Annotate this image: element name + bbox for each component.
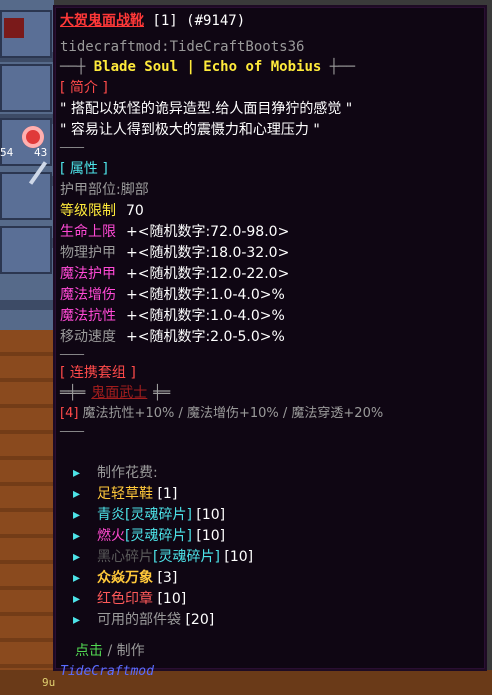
- set-bonus-line: [4] 魔法抗性+10% / 魔法增伤+10% / 魔法穿透+20%: [60, 404, 383, 424]
- material-name: 黑心碎片: [97, 549, 153, 565]
- set-header: [ 连携套组 ]: [60, 365, 136, 381]
- stat-name: 魔法抗性: [60, 308, 116, 324]
- level-value: 70: [126, 203, 144, 219]
- material-qty: [10]: [219, 549, 254, 565]
- material-qty: [10]: [191, 507, 226, 523]
- bullet-icon: ▸: [73, 465, 81, 481]
- craft-header: 制作花费:: [97, 465, 158, 481]
- material-parts: [灵魂碎片]: [125, 507, 192, 523]
- armor-slot-value: 脚部: [120, 182, 149, 198]
- separator: ────: [60, 427, 85, 438]
- stat-line: 物理护甲 +<随机数字:18.0-32.0>: [60, 243, 289, 263]
- set-divider-right: ╪═: [153, 385, 171, 401]
- stat-line: 魔法增伤 +<随机数字:1.0-4.0>%: [60, 285, 285, 305]
- material-qty: [1]: [153, 486, 178, 502]
- craft-material: ▸ 燃火[灵魂碎片] [10]: [73, 526, 225, 546]
- material-parts: [灵魂碎片]: [125, 528, 192, 544]
- craft-material: ▸ 足轻草鞋 [1]: [73, 484, 177, 504]
- stat-name: 移动速度: [60, 329, 116, 345]
- material-qty: [3]: [153, 570, 178, 586]
- inventory-slot[interactable]: [0, 172, 52, 220]
- series-name: Blade Soul | Echo of Mobius: [85, 59, 330, 75]
- set-bonus-tag: [4]: [60, 406, 79, 421]
- armor-slot-label: 护甲部位:: [60, 182, 121, 198]
- stat-line: 魔法护甲 +<随机数字:12.0-22.0>: [60, 264, 289, 284]
- material-qty: [10]: [153, 591, 187, 607]
- material-name: 青炎: [97, 507, 125, 523]
- bullet-icon: ▸: [73, 612, 81, 628]
- series-divider-right: ┼──: [329, 59, 356, 75]
- stat-value: +<随机数字:1.0-4.0>%: [126, 287, 285, 303]
- craft-material: ▸ 黑心碎片[灵魂碎片] [10]: [73, 547, 253, 567]
- item-id: tidecraftmod:TideCraftBoots36: [60, 39, 305, 55]
- intro-header: [ 简介 ]: [60, 80, 108, 96]
- stack-count: 54: [0, 146, 14, 159]
- level-label: 等级限制: [60, 203, 116, 219]
- item-title: 大贺鬼面战靴: [60, 13, 144, 29]
- series-divider-left: ──┼: [60, 59, 86, 75]
- bullet-icon: ▸: [73, 507, 81, 523]
- craft-action-line: 点击 / 制作: [75, 641, 145, 661]
- craft-material: ▸ 众焱万象 [3]: [73, 568, 177, 588]
- stack-count: 9u: [42, 676, 56, 689]
- material-parts: [灵魂碎片]: [153, 549, 220, 565]
- material-name: 红色印章: [97, 591, 153, 607]
- accessory-item-icon: [22, 126, 44, 148]
- tooltip-title-line: 大贺鬼面战靴 [1] (#9147): [60, 11, 245, 31]
- bullet-icon: ▸: [73, 591, 81, 607]
- series-line: ──┼ Blade Soul | Echo of Mobius ┼──: [60, 57, 355, 77]
- separator: ────: [60, 143, 85, 154]
- stat-value: +<随机数字:12.0-22.0>: [126, 266, 290, 282]
- bullet-icon: ▸: [73, 528, 81, 544]
- level-requirement-line: 等级限制 70: [60, 201, 144, 221]
- stat-value: +<随机数字:2.0-5.0>%: [126, 329, 285, 345]
- item-title-suffix: [1] (#9147): [144, 13, 246, 29]
- armor-item-icon: [4, 18, 24, 38]
- inventory-slot[interactable]: [0, 64, 52, 112]
- material-qty: [10]: [191, 528, 226, 544]
- stat-name: 魔法增伤: [60, 287, 116, 303]
- stack-count: 43: [34, 146, 48, 159]
- bullet-icon: ▸: [73, 486, 81, 502]
- mod-name: TideCraftmod: [60, 664, 154, 679]
- stat-name: 生命上限: [60, 224, 116, 240]
- material-name: 众焱万象: [97, 570, 153, 586]
- stat-line: 移动速度 +<随机数字:2.0-5.0>%: [60, 327, 285, 347]
- material-name: 可用的部件袋: [97, 612, 181, 628]
- attributes-header: [ 属性 ]: [60, 161, 108, 177]
- item-tooltip: 大贺鬼面战靴 [1] (#9147) tidecraftmod:TideCraf…: [53, 5, 487, 679]
- stat-value: +<随机数字:1.0-4.0>%: [126, 308, 285, 324]
- stat-value: +<随机数字:72.0-98.0>: [126, 224, 290, 240]
- stat-name: 物理护甲: [60, 245, 116, 261]
- armor-slot-line: 护甲部位:脚部: [60, 180, 149, 200]
- click-label[interactable]: 点击: [75, 643, 103, 659]
- material-qty: [20]: [181, 612, 215, 628]
- stat-name: 魔法护甲: [60, 266, 116, 282]
- craft-action[interactable]: 制作: [117, 643, 145, 659]
- intro-text-2: " 容易让人得到极大的震慑力和心理压力 ": [60, 122, 320, 138]
- inventory-slot[interactable]: [0, 226, 52, 274]
- floor-tiles: [0, 330, 54, 695]
- intro-text-1: " 搭配以妖怪的诡异造型.给人面目狰狞的感觉 ": [60, 101, 353, 117]
- craft-material: ▸ 可用的部件袋 [20]: [73, 610, 214, 630]
- craft-material: ▸ 青炎[灵魂碎片] [10]: [73, 505, 225, 525]
- bullet-icon: ▸: [73, 570, 81, 586]
- bullet-icon: ▸: [73, 549, 81, 565]
- stat-line: 生命上限 +<随机数字:72.0-98.0>: [60, 222, 289, 242]
- set-name-line: ═╪═ 鬼面武士 ╪═: [60, 383, 170, 403]
- set-bonus-text: 魔法抗性+10% / 魔法增伤+10% / 魔法穿透+20%: [78, 406, 384, 421]
- material-name: 燃火: [97, 528, 125, 544]
- set-name: 鬼面武士: [91, 385, 148, 401]
- click-separator: /: [103, 643, 117, 659]
- stat-line: 魔法抗性 +<随机数字:1.0-4.0>%: [60, 306, 285, 326]
- craft-material: ▸ 红色印章 [10]: [73, 589, 186, 609]
- set-divider-left: ═╪═: [60, 385, 86, 401]
- material-name: 足轻草鞋: [97, 486, 153, 502]
- stat-value: +<随机数字:18.0-32.0>: [126, 245, 290, 261]
- craft-header-line: ▸ 制作花费:: [73, 463, 158, 483]
